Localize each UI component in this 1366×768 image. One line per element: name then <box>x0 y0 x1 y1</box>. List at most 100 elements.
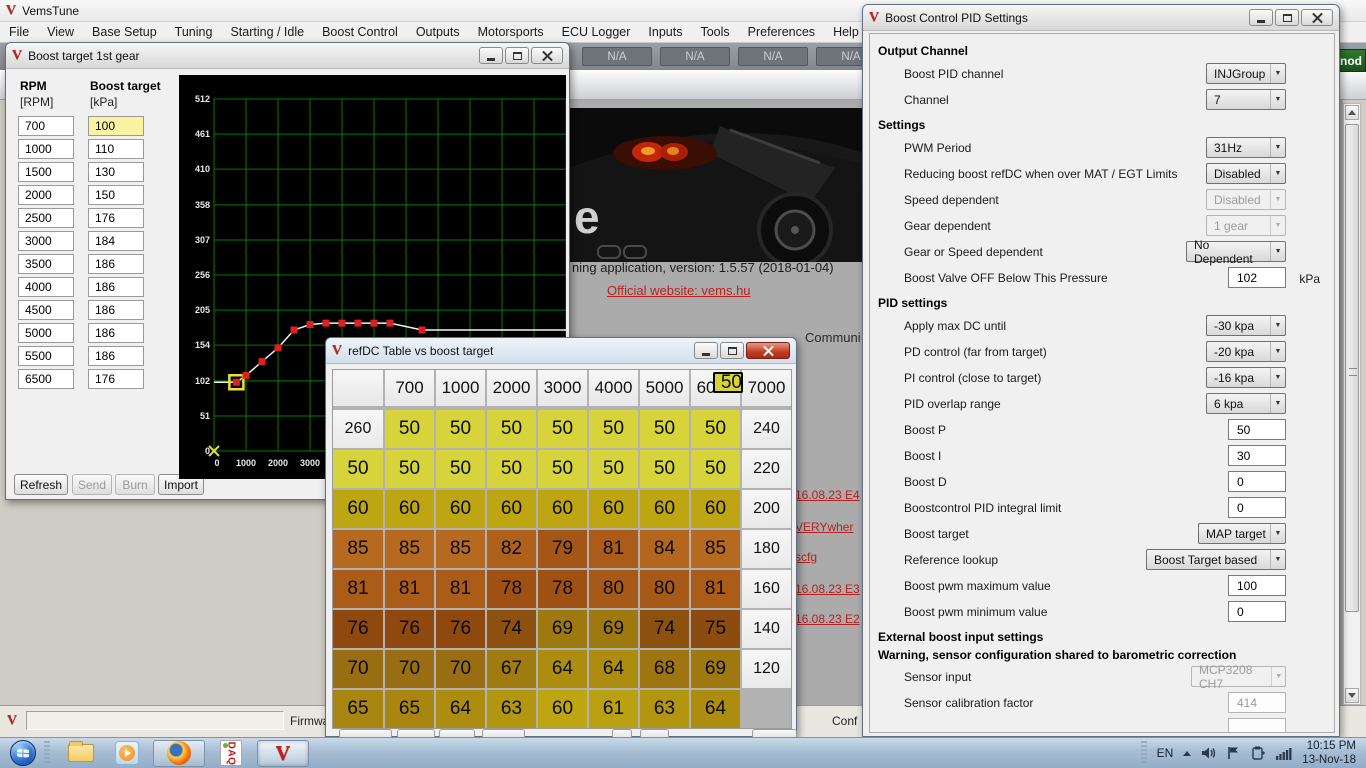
action-center-flag-icon[interactable] <box>1227 746 1241 760</box>
refdc-cell-220-1000[interactable]: 60 <box>385 490 434 528</box>
refdc-cell-260-2000[interactable]: 50 <box>436 410 485 448</box>
vemstune-taskbar-button[interactable]: V <box>257 740 309 767</box>
rpm-input-1000[interactable] <box>18 139 74 159</box>
refdc-cell-240-5000[interactable]: 50 <box>589 450 638 488</box>
restore-button[interactable] <box>720 342 744 359</box>
menu-item-base-setup[interactable]: Base Setup <box>83 23 166 41</box>
menu-item-starting-idle[interactable]: Starting / Idle <box>221 23 313 41</box>
refdc-cell-160-1000[interactable]: 76 <box>385 610 434 648</box>
refdc-cell-160-4000[interactable]: 69 <box>538 610 587 648</box>
refdc-cell-240-6000[interactable]: 50 <box>640 450 689 488</box>
menu-item-ecu-logger[interactable]: ECU Logger <box>553 23 640 41</box>
refdc-cell-120-700[interactable]: 65 <box>333 690 383 728</box>
rpm-input-5000[interactable] <box>18 323 74 343</box>
refdc-cell-160-700[interactable]: 76 <box>333 610 383 648</box>
refdc-cell-240-700[interactable]: 50 <box>333 450 383 488</box>
minimize-button[interactable] <box>479 47 503 64</box>
refdc-cell-200-7000[interactable]: 85 <box>691 530 740 568</box>
refdc-cell-140-4000[interactable]: 64 <box>538 650 587 688</box>
volume-icon[interactable] <box>1201 746 1217 760</box>
menu-item-boost-control[interactable]: Boost Control <box>313 23 407 41</box>
refdc-cell-200-700[interactable]: 85 <box>333 530 383 568</box>
language-indicator[interactable]: EN <box>1157 746 1174 760</box>
refdc-cell-120-1000[interactable]: 65 <box>385 690 434 728</box>
rpm-input-3000[interactable] <box>18 231 74 251</box>
main-scrollbar[interactable] <box>1343 103 1361 705</box>
menu-item-file[interactable]: File <box>0 23 38 41</box>
menu-item-outputs[interactable]: Outputs <box>407 23 469 41</box>
refdc-cell-180-5000[interactable]: 80 <box>589 570 638 608</box>
rpm-input-4500[interactable] <box>18 300 74 320</box>
rpm-input-3500[interactable] <box>18 254 74 274</box>
refdc-cell-140-5000[interactable]: 64 <box>589 650 638 688</box>
refdc-cell-240-1000[interactable]: 50 <box>385 450 434 488</box>
refdc-cell-120-6000[interactable]: 63 <box>640 690 689 728</box>
menu-item-motorsports[interactable]: Motorsports <box>469 23 553 41</box>
close-button[interactable] <box>1301 9 1333 26</box>
refdc-cell-260-3000[interactable]: 50 <box>487 410 536 448</box>
menu-item-inputs[interactable]: Inputs <box>639 23 691 41</box>
boost-d-input[interactable] <box>1228 471 1286 492</box>
boost-target-input-3000[interactable] <box>88 231 144 251</box>
close-button[interactable] <box>531 47 563 64</box>
pid-overlap-range-dropdown[interactable]: 6 kpa▼ <box>1206 393 1286 414</box>
show-hidden-icons-icon[interactable] <box>1183 751 1191 756</box>
rpm-input-700[interactable] <box>18 116 74 136</box>
refdc-cell-160-3000[interactable]: 74 <box>487 610 536 648</box>
start-button[interactable] <box>10 740 36 766</box>
menu-item-view[interactable]: View <box>38 23 83 41</box>
refdc-cell-140-3000[interactable]: 67 <box>487 650 536 688</box>
refdc-cell-180-7000[interactable]: 81 <box>691 570 740 608</box>
minimize-button[interactable] <box>1249 9 1273 26</box>
refdc-cell-200-4000[interactable]: 79 <box>538 530 587 568</box>
pid-window-titlebar[interactable]: V Boost Control PID Settings <box>863 5 1339 31</box>
official-website-link[interactable]: Official website: vems.hu <box>607 283 751 298</box>
refdc-cell-120-5000[interactable]: 61 <box>589 690 638 728</box>
refdc-cell-140-6000[interactable]: 68 <box>640 650 689 688</box>
refdc-cell-120-7000[interactable]: 64 <box>691 690 740 728</box>
reducing-boost-refdc-when-over-mat-egt-limits-dropdown[interactable]: Disabled▼ <box>1206 163 1286 184</box>
refdc-cell-220-5000[interactable]: 60 <box>589 490 638 528</box>
remove-hardware-icon[interactable] <box>1251 746 1266 760</box>
refdc-cell-240-2000[interactable]: 50 <box>436 450 485 488</box>
menu-item-preferences[interactable]: Preferences <box>739 23 824 41</box>
refdc-cell-180-2000[interactable]: 81 <box>436 570 485 608</box>
clock[interactable]: 10:15 PM 13-Nov-18 <box>1302 739 1356 768</box>
refdc-cell-260-7000[interactable]: 50 <box>691 410 740 448</box>
refdc-cell-260-700[interactable]: 50 <box>713 372 743 393</box>
firefox-taskbar-button[interactable] <box>153 740 205 767</box>
rpm-input-4000[interactable] <box>18 277 74 297</box>
refdc-cell-260-6000[interactable]: 50 <box>640 410 689 448</box>
boost-target-input-2500[interactable] <box>88 208 144 228</box>
refdc-cell-200-3000[interactable]: 82 <box>487 530 536 568</box>
pd-control-far-from-target-dropdown[interactable]: -20 kpa▼ <box>1206 341 1286 362</box>
minimize-button[interactable] <box>694 342 718 359</box>
rpm-input-2500[interactable] <box>18 208 74 228</box>
refdc-cell-180-3000[interactable]: 78 <box>487 570 536 608</box>
refdc-cell-220-700[interactable]: 60 <box>333 490 383 528</box>
refdc-cell-140-1000[interactable]: 70 <box>385 650 434 688</box>
refdc-cell-260-5000[interactable]: 50 <box>589 410 638 448</box>
refdc-cell-120-4000[interactable]: 60 <box>538 690 587 728</box>
refdc-cell-200-2000[interactable]: 85 <box>436 530 485 568</box>
welcome-link-scfg[interactable]: scfg <box>795 550 817 564</box>
refdc-cell-120-3000[interactable]: 63 <box>487 690 536 728</box>
boost-target-input-6500[interactable] <box>88 369 144 389</box>
boost-i-input[interactable] <box>1228 445 1286 466</box>
refdc-cell-180-6000[interactable]: 80 <box>640 570 689 608</box>
refdc-cell-180-4000[interactable]: 78 <box>538 570 587 608</box>
network-signal-icon[interactable] <box>1276 747 1292 760</box>
scroll-thumb[interactable] <box>1345 124 1359 612</box>
boost-pwm-maximum-value-input[interactable] <box>1228 575 1286 596</box>
close-button[interactable] <box>746 342 790 359</box>
boost-target-dropdown[interactable]: MAP target▼ <box>1198 523 1286 544</box>
refdc-cell-200-1000[interactable]: 85 <box>385 530 434 568</box>
boost-target-input-1000[interactable] <box>88 139 144 159</box>
refdc-cell-220-3000[interactable]: 60 <box>487 490 536 528</box>
boost-p-input[interactable] <box>1228 419 1286 440</box>
rpm-input-2000[interactable] <box>18 185 74 205</box>
refdc-cell-260-4000[interactable]: 50 <box>538 410 587 448</box>
refdc-cell-220-4000[interactable]: 60 <box>538 490 587 528</box>
boost-target-input-5500[interactable] <box>88 346 144 366</box>
refdc-cell-220-2000[interactable]: 60 <box>436 490 485 528</box>
